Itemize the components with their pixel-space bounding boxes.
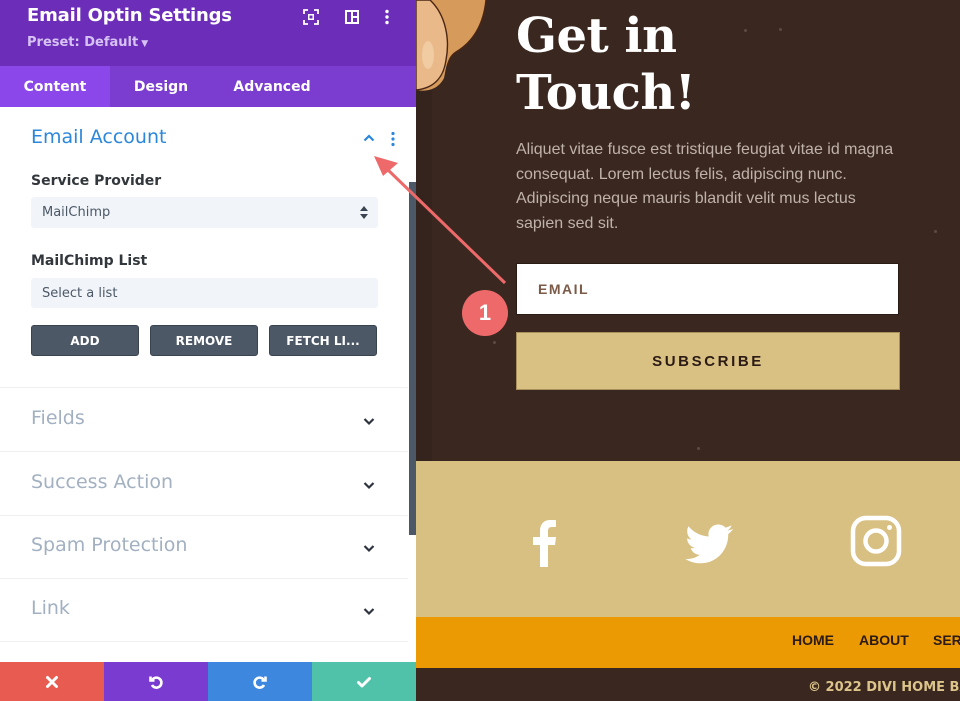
panel-scrollbar[interactable] — [409, 182, 416, 535]
decor-dot — [744, 29, 747, 32]
chevron-down-icon[interactable] — [362, 541, 376, 555]
chevron-up-icon[interactable] — [362, 131, 376, 145]
nav-band: HOME ABOUT SER — [416, 617, 960, 668]
link-title[interactable]: Link — [31, 597, 70, 619]
cancel-icon — [46, 675, 58, 688]
expand-icon[interactable] — [302, 8, 320, 26]
nav-home[interactable]: HOME — [792, 632, 834, 648]
email-input[interactable]: EMAIL — [516, 263, 899, 315]
remove-button[interactable]: REMOVE — [150, 325, 258, 356]
decor-dot — [779, 28, 782, 31]
service-provider-value: MailChimp — [42, 205, 111, 220]
divider — [0, 387, 408, 388]
mailchimp-list-value: Select a list — [42, 285, 118, 301]
panel-header: Email Optin Settings Preset: Default ▼ — [0, 0, 416, 66]
add-button[interactable]: ADD — [31, 325, 139, 356]
chevron-down-icon[interactable] — [362, 604, 376, 618]
save-check-icon — [357, 676, 371, 687]
redo-button[interactable] — [208, 662, 312, 701]
email-account-title[interactable]: Email Account — [31, 126, 166, 148]
divider — [0, 641, 408, 642]
success-action-title[interactable]: Success Action — [31, 471, 173, 493]
divider — [0, 578, 408, 579]
fields-title[interactable]: Fields — [31, 407, 85, 429]
service-provider-select[interactable]: MailChimp — [31, 197, 378, 228]
nav-services[interactable]: SER — [933, 632, 960, 648]
divider — [0, 515, 408, 516]
annotation-badge: 1 — [462, 290, 508, 336]
panel-actions — [0, 662, 416, 701]
chevron-down-icon[interactable] — [362, 414, 376, 428]
subscribe-button[interactable]: SUBSCRIBE — [516, 332, 900, 390]
page-headline: Get in Touch! — [516, 8, 696, 122]
mailchimp-list-label: MailChimp List — [31, 253, 148, 269]
fetch-lists-button[interactable]: FETCH LI... — [269, 325, 377, 356]
undo-button[interactable] — [104, 662, 208, 701]
decor-dot — [934, 230, 937, 233]
panel-tabs: Content Design Advanced — [0, 66, 416, 107]
facebook-icon[interactable] — [515, 513, 571, 569]
save-button[interactable] — [312, 662, 416, 701]
headline-line-1: Get in — [516, 8, 677, 64]
caret-down-icon: ▼ — [141, 39, 149, 49]
preset-label: Preset: Default — [27, 35, 139, 50]
sidebar-layout-icon[interactable] — [343, 8, 361, 26]
spam-protection-title[interactable]: Spam Protection — [31, 534, 187, 556]
mailchimp-list-select[interactable]: Select a list — [31, 278, 378, 308]
more-options-icon[interactable] — [378, 8, 396, 26]
footer: © 2022 DIVI HOME BA — [416, 668, 960, 701]
divider — [0, 451, 408, 452]
chevron-down-icon[interactable] — [362, 478, 376, 492]
service-provider-label: Service Provider — [31, 173, 162, 189]
twitter-icon[interactable] — [682, 513, 738, 569]
group-options-icon[interactable] — [390, 131, 396, 147]
decor-dot — [697, 447, 700, 450]
settings-panel: Email Optin Settings Preset: Default ▼ Co — [0, 0, 416, 701]
tab-design[interactable]: Design — [110, 66, 212, 107]
cancel-button[interactable] — [0, 662, 104, 701]
tab-content[interactable]: Content — [0, 66, 110, 107]
undo-icon — [149, 675, 163, 689]
select-updown-icon — [360, 206, 368, 219]
copyright-text: © 2022 DIVI HOME BA — [808, 680, 960, 695]
nav-about[interactable]: ABOUT — [859, 632, 909, 648]
instagram-icon[interactable] — [848, 513, 904, 569]
bread-illustration — [416, 0, 487, 91]
decor-dot — [493, 341, 496, 344]
social-band — [416, 461, 960, 617]
headline-line-2: Touch! — [516, 65, 696, 121]
intro-paragraph: Aliquet vitae fusce est tristique feugia… — [516, 141, 894, 232]
page-preview: Get in Touch! Aliquet vitae fusce est tr… — [416, 0, 960, 701]
tab-advanced[interactable]: Advanced — [212, 66, 332, 107]
panel-title: Email Optin Settings — [27, 5, 232, 26]
preset-selector[interactable]: Preset: Default ▼ — [27, 35, 148, 50]
redo-icon — [253, 675, 267, 689]
